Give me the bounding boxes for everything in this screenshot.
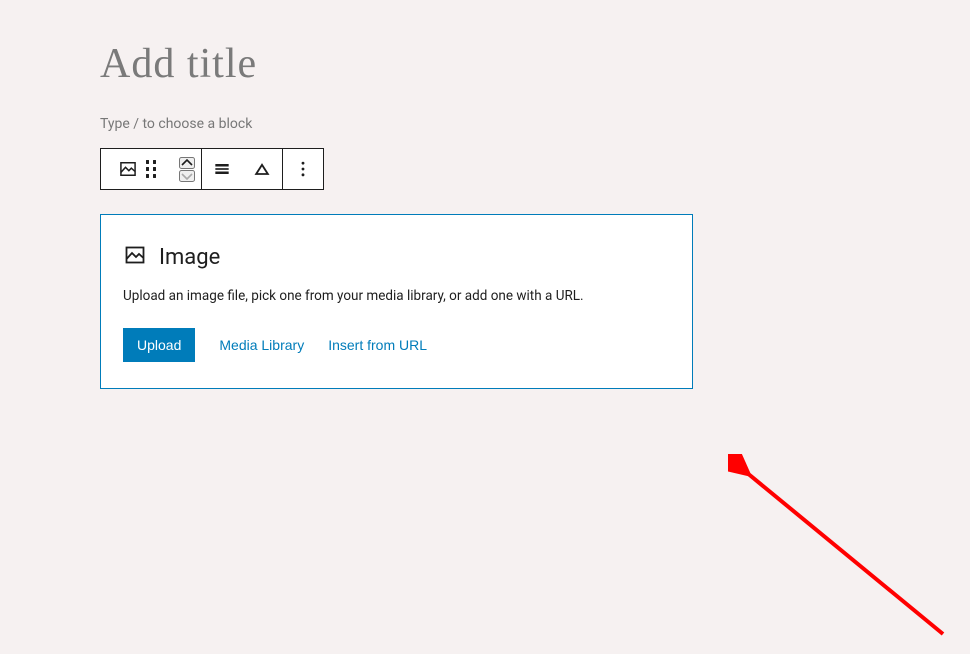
block-mover — [173, 149, 201, 189]
insert-from-url-button[interactable]: Insert from URL — [328, 337, 427, 353]
more-options-button[interactable] — [283, 149, 323, 189]
image-actions-row: Upload Media Library Insert from URL — [123, 328, 670, 362]
post-title-input[interactable] — [100, 40, 720, 88]
media-library-button[interactable]: Media Library — [219, 337, 304, 353]
move-down-button[interactable] — [179, 170, 195, 182]
block-toolbar — [100, 148, 324, 190]
image-icon — [123, 243, 147, 271]
image-block-description: Upload an image file, pick one from your… — [123, 287, 670, 306]
move-up-button[interactable] — [179, 157, 195, 169]
block-type-hint[interactable]: Type / to choose a block — [100, 116, 720, 132]
more-vertical-icon — [293, 159, 313, 179]
upload-button[interactable]: Upload — [123, 328, 195, 362]
image-icon — [118, 159, 138, 179]
chevron-up-icon — [181, 159, 193, 167]
replace-image-button[interactable] — [242, 149, 282, 189]
chevron-down-icon — [181, 172, 193, 180]
align-button[interactable] — [202, 149, 242, 189]
editor-canvas: Type / to choose a block — [0, 0, 720, 389]
block-type-button[interactable] — [101, 149, 173, 189]
replace-icon — [252, 159, 272, 179]
image-block-heading: Image — [159, 245, 220, 270]
annotation-arrow — [728, 454, 958, 654]
drag-handle-icon — [146, 160, 157, 178]
image-block-placeholder[interactable]: Image Upload an image file, pick one fro… — [100, 214, 693, 389]
align-icon — [212, 159, 232, 179]
